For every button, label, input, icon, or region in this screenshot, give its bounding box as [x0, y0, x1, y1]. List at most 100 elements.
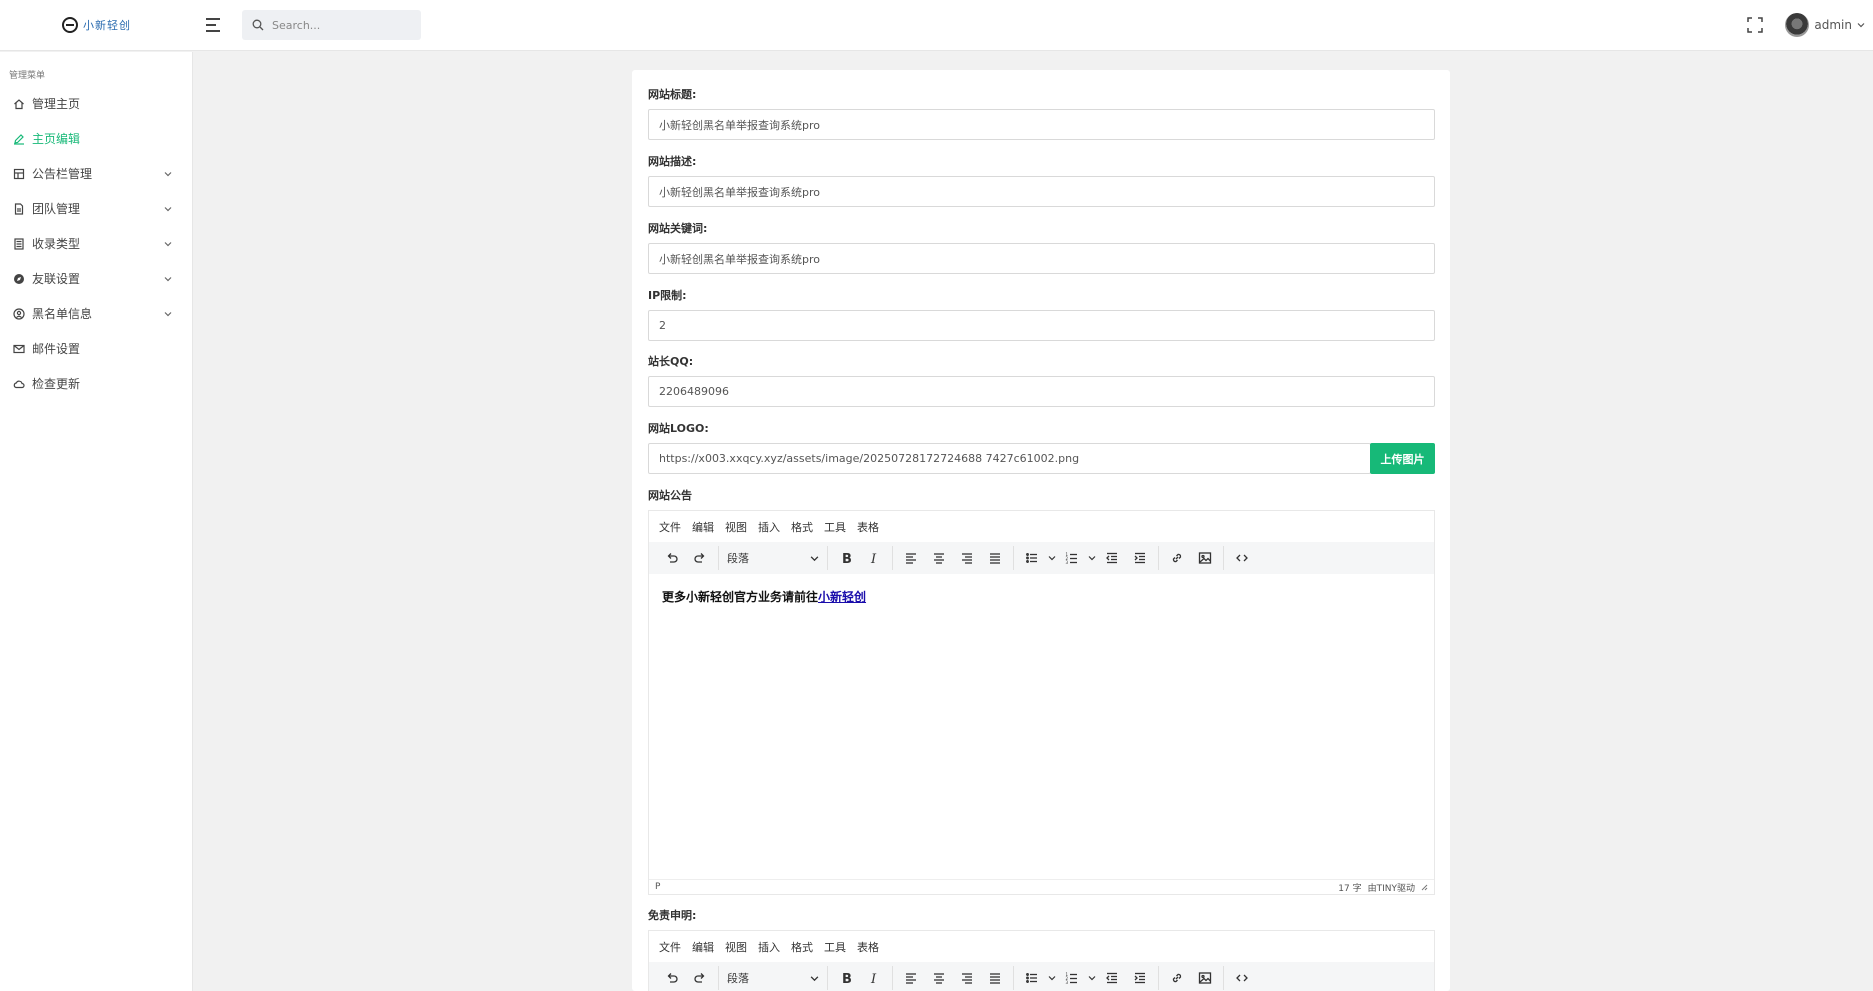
editor-menu-item[interactable]: 编辑: [692, 519, 714, 535]
block-format-value: 段落: [727, 552, 749, 565]
search-input[interactable]: [272, 18, 412, 32]
numbered-list-icon[interactable]: 123: [1058, 546, 1086, 570]
sidebar-item[interactable]: 邮件设置: [0, 331, 192, 366]
chevron-down-icon[interactable]: [1046, 974, 1058, 982]
align-justify-icon[interactable]: [981, 966, 1009, 990]
notice-content[interactable]: 更多小新轻创官方业务请前往小新轻创: [649, 574, 1434, 879]
link-icon[interactable]: [1163, 966, 1191, 990]
svg-text:3: 3: [1066, 560, 1069, 565]
editor-menu-item[interactable]: 插入: [758, 519, 780, 535]
home-icon: [13, 98, 25, 110]
block-format-value: 段落: [727, 972, 749, 985]
code-icon[interactable]: [1228, 546, 1256, 570]
calculator-icon: [13, 237, 25, 250]
editor-menu-item[interactable]: 表格: [857, 519, 879, 535]
user-menu[interactable]: admin: [1785, 13, 1865, 37]
notice-label: 网站公告: [648, 489, 692, 502]
site-title-input[interactable]: [648, 109, 1435, 140]
svg-text:B: B: [842, 552, 852, 565]
indent-icon[interactable]: [1126, 966, 1154, 990]
undo-icon[interactable]: [658, 546, 686, 570]
italic-icon[interactable]: I: [860, 546, 888, 570]
owner-qq-input[interactable]: [648, 376, 1435, 407]
chevron-down-icon[interactable]: [1086, 974, 1098, 982]
editor-menu-item[interactable]: 编辑: [692, 939, 714, 955]
site-keywords-input[interactable]: [648, 243, 1435, 274]
editor-menu-item[interactable]: 工具: [824, 939, 846, 955]
outdent-icon[interactable]: [1098, 966, 1126, 990]
chevron-down-icon: [164, 167, 172, 181]
location-icon: [13, 307, 25, 320]
fullscreen-icon[interactable]: [1747, 17, 1764, 33]
editor-menu-item[interactable]: 视图: [725, 519, 747, 535]
editor-menu-item[interactable]: 文件: [659, 519, 681, 535]
username: admin: [1814, 18, 1852, 32]
brand[interactable]: 小新轻创: [0, 0, 193, 51]
svg-text:3: 3: [1066, 980, 1069, 985]
chevron-down-icon[interactable]: [1086, 554, 1098, 562]
align-left-icon[interactable]: [897, 546, 925, 570]
align-center-icon[interactable]: [925, 966, 953, 990]
sidebar-item[interactable]: 检查更新: [0, 366, 192, 401]
mail-icon: [13, 343, 25, 355]
indent-icon[interactable]: [1126, 546, 1154, 570]
sidebar-item[interactable]: 友联设置: [0, 261, 192, 296]
site-desc-input[interactable]: [648, 176, 1435, 207]
sidebar-item[interactable]: 公告栏管理: [0, 156, 192, 191]
align-center-icon[interactable]: [925, 546, 953, 570]
bullet-list-icon[interactable]: [1018, 546, 1046, 570]
sidebar: 管理菜单 管理主页 主页编辑 公告栏管理 团队管理 收录类型 友联设置 黑名单信息 邮件设置检…: [0, 52, 193, 991]
link-icon[interactable]: [1163, 546, 1191, 570]
word-count[interactable]: 17 字: [1338, 881, 1361, 894]
logo-url-input[interactable]: [648, 443, 1371, 474]
editor-menu-item[interactable]: 视图: [725, 939, 747, 955]
align-justify-icon[interactable]: [981, 546, 1009, 570]
undo-icon[interactable]: [658, 966, 686, 990]
outdent-icon[interactable]: [1098, 546, 1126, 570]
sidebar-item[interactable]: 管理主页: [0, 86, 192, 121]
redo-icon[interactable]: [686, 546, 714, 570]
upload-image-button[interactable]: 上传图片: [1370, 443, 1435, 474]
svg-text:B: B: [842, 972, 852, 985]
avatar: [1785, 13, 1810, 37]
editor-menu-item[interactable]: 插入: [758, 939, 780, 955]
cloud-icon: [13, 378, 25, 390]
search-box[interactable]: [242, 10, 421, 40]
bold-icon[interactable]: B: [832, 546, 860, 570]
resize-handle-icon[interactable]: [1421, 884, 1428, 891]
sidebar-item[interactable]: 收录类型: [0, 226, 192, 261]
menu-toggle-button[interactable]: [206, 14, 228, 36]
editor-menubar: 文件 编辑 视图 插入 格式 工具 表格: [649, 511, 1434, 542]
powered-by[interactable]: 由TINY驱动: [1368, 881, 1415, 894]
sidebar-item[interactable]: 黑名单信息: [0, 296, 192, 331]
bullet-list-icon[interactable]: [1018, 966, 1046, 990]
chevron-down-icon: [164, 202, 172, 216]
bold-icon[interactable]: B: [832, 966, 860, 990]
site-keywords-label: 网站关键词:: [648, 222, 708, 235]
editor-path[interactable]: P: [655, 882, 660, 892]
editor-menu-item[interactable]: 格式: [791, 939, 813, 955]
image-icon[interactable]: [1191, 966, 1219, 990]
ip-limit-input[interactable]: [648, 310, 1435, 341]
sidebar-item[interactable]: 团队管理: [0, 191, 192, 226]
image-icon[interactable]: [1191, 546, 1219, 570]
editor-menu-item[interactable]: 文件: [659, 939, 681, 955]
sidebar-item-label: 公告栏管理: [32, 167, 93, 181]
editor-menu-item[interactable]: 表格: [857, 939, 879, 955]
editor-menu-item[interactable]: 工具: [824, 519, 846, 535]
chevron-down-icon[interactable]: [1046, 554, 1058, 562]
align-right-icon[interactable]: [953, 546, 981, 570]
block-format-select[interactable]: 段落: [723, 966, 823, 990]
site-title-label: 网站标题:: [648, 88, 697, 101]
notice-link[interactable]: 小新轻创: [818, 590, 866, 604]
document-icon: [13, 202, 25, 215]
editor-menu-item[interactable]: 格式: [791, 519, 813, 535]
redo-icon[interactable]: [686, 966, 714, 990]
numbered-list-icon[interactable]: 123: [1058, 966, 1086, 990]
sidebar-item[interactable]: 主页编辑: [0, 121, 192, 156]
code-icon[interactable]: [1228, 966, 1256, 990]
align-right-icon[interactable]: [953, 966, 981, 990]
block-format-select[interactable]: 段落: [723, 546, 823, 570]
italic-icon[interactable]: I: [860, 966, 888, 990]
align-left-icon[interactable]: [897, 966, 925, 990]
